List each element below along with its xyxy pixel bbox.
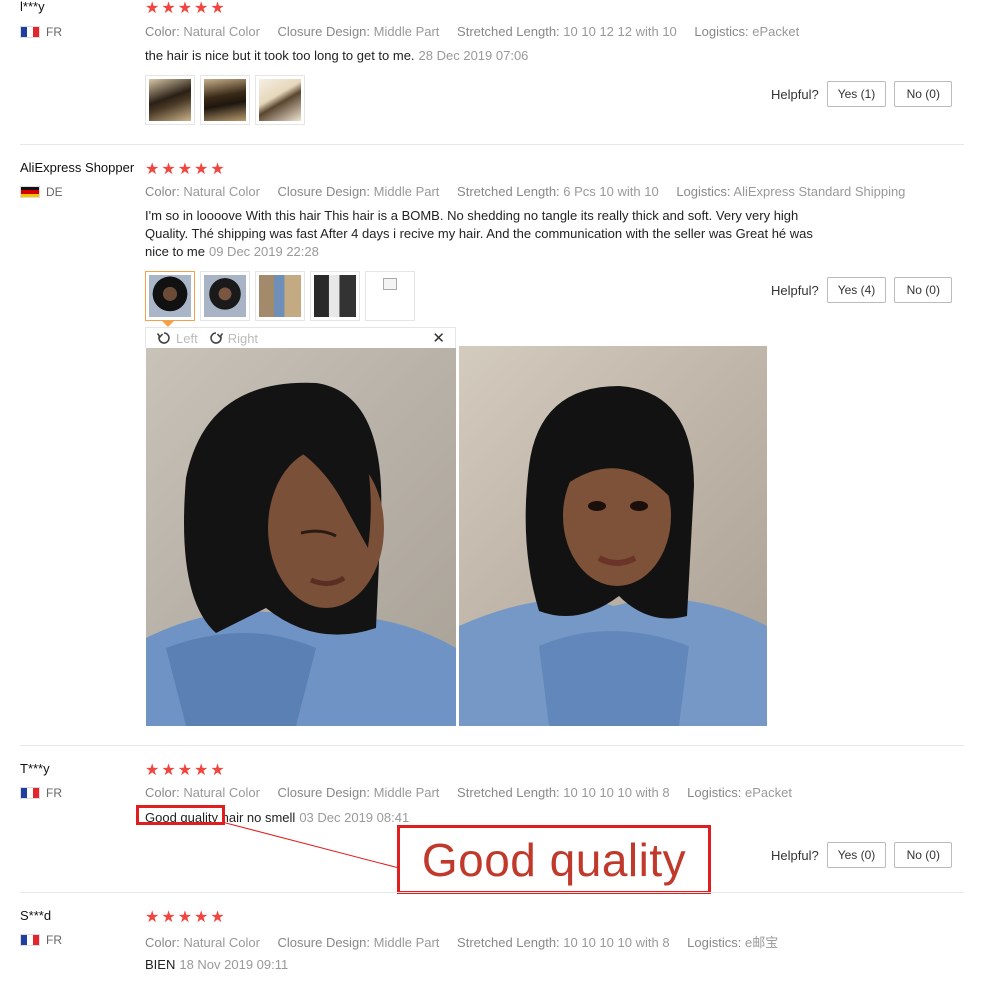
logistics-label: Logistics: [687, 935, 742, 950]
review-divider [20, 892, 964, 893]
review-text: BIEN 18 Nov 2019 09:11 [145, 956, 288, 974]
color-value: Natural Color [183, 935, 260, 950]
closure-label: Closure Design: [277, 935, 371, 950]
review-date: 18 Nov 2019 09:11 [179, 957, 289, 972]
country-code: FR [46, 933, 62, 947]
review-body: BIEN [145, 957, 176, 972]
stretched-value: 10 10 10 10 with 8 [563, 935, 670, 950]
helpful-yes-button[interactable]: Yes (0) [826, 842, 887, 868]
helpful-no-button[interactable]: No (0) [894, 842, 953, 868]
annotation-callout-text: Good quality [421, 833, 687, 886]
star-rating: ★★★★★ [145, 909, 227, 926]
france-flag-icon [20, 934, 40, 946]
helpful-label: Helpful? [771, 847, 819, 863]
reviewer-country: FR [20, 933, 62, 947]
stretched-label: Stretched Length: [457, 935, 560, 950]
color-label: Color: [145, 935, 180, 950]
annotation-callout: Good quality [397, 825, 711, 894]
logistics-value: e邮宝 [745, 935, 779, 950]
reviewer-name: S***d [20, 908, 52, 923]
closure-value: Middle Part [373, 935, 440, 950]
helpful-vote: Helpful? Yes (0) No (0) [771, 842, 953, 868]
product-attributes: Color: Natural Color Closure Design: Mid… [145, 932, 792, 951]
